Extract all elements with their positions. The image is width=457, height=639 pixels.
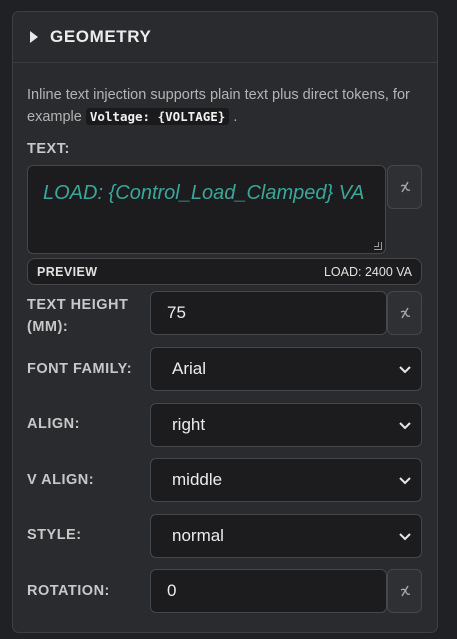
text-height-link-button[interactable] [387, 291, 422, 335]
text-height-input[interactable]: 75 [150, 291, 387, 335]
rotation-value: 0 [167, 581, 177, 600]
font-family-value: Arial [172, 359, 207, 378]
style-label: STYLE: [27, 527, 82, 543]
text-height-label: TEXT HEIGHT (MM): [27, 297, 129, 335]
section-title: GEOMETRY [50, 27, 152, 46]
preview-label: PREVIEW [37, 264, 98, 279]
help-note-suffix: . [233, 109, 238, 125]
resize-handle-icon[interactable] [374, 242, 382, 250]
style-select[interactable]: normal [150, 514, 422, 558]
align-label: ALIGN: [27, 416, 80, 432]
caret-right-icon [30, 31, 38, 43]
text-input[interactable]: LOAD: {Control_Load_Clamped} VA [27, 165, 386, 254]
rotation-link-button[interactable] [387, 569, 422, 613]
align-select[interactable]: right [150, 403, 422, 447]
rotation-label: ROTATION: [27, 583, 110, 599]
link-icon [400, 585, 410, 597]
v-align-label: V ALIGN: [27, 472, 95, 488]
link-icon [400, 307, 410, 319]
text-link-button[interactable] [387, 165, 422, 209]
text-label: TEXT: [27, 141, 70, 157]
preview-value: LOAD: 2400 VA [323, 264, 412, 279]
font-family-select[interactable]: Arial [150, 347, 422, 391]
chevron-down-icon [399, 533, 411, 541]
help-note-code: Voltage: {VOLTAGE} [85, 108, 230, 125]
rotation-input[interactable]: 0 [150, 569, 387, 613]
style-value: normal [172, 526, 224, 545]
v-align-value: middle [172, 470, 223, 489]
geometry-section-header[interactable]: GEOMETRY [13, 12, 437, 63]
help-note: Inline text injection supports plain tex… [27, 85, 427, 128]
preview-bar: PREVIEW LOAD: 2400 VA [27, 258, 422, 285]
align-value: right [172, 415, 206, 434]
text-input-value: LOAD: {Control_Load_Clamped} VA [43, 182, 365, 204]
font-family-label: FONT FAMILY: [27, 361, 133, 377]
link-icon [400, 181, 410, 193]
chevron-down-icon [399, 477, 411, 485]
chevron-down-icon [399, 366, 411, 374]
text-height-value: 75 [167, 303, 186, 322]
v-align-select[interactable]: middle [150, 458, 422, 502]
chevron-down-icon [399, 422, 411, 430]
geometry-panel: GEOMETRY Inline text injection supports … [12, 11, 438, 633]
